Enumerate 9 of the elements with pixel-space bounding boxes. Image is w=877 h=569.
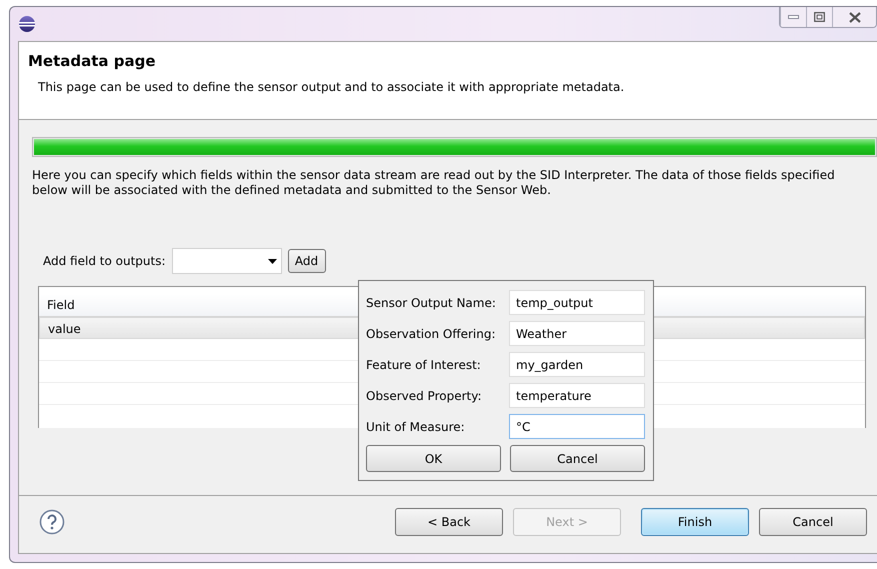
- add-field-label: Add field to outputs:: [43, 253, 166, 270]
- intro-text: Here you can specify which fields within the sensor data stream are read out by the SID Interpreter. The data of those fields specified below will be associated with the defined metadata and submitted to the Sensor Web.: [32, 168, 836, 198]
- field-label: Unit of Measure:: [366, 418, 466, 436]
- field-label: Feature of Interest:: [366, 356, 482, 374]
- page-description: This page can be used to define the sensor output and to associate it with appropriate metadata.: [38, 79, 626, 96]
- page-title: Metadata page: [28, 52, 157, 70]
- field-label: Observed Property:: [366, 388, 482, 404]
- field-label: Observation Offering:: [366, 326, 497, 342]
- field-label: Sensor Output Name:: [366, 294, 497, 312]
